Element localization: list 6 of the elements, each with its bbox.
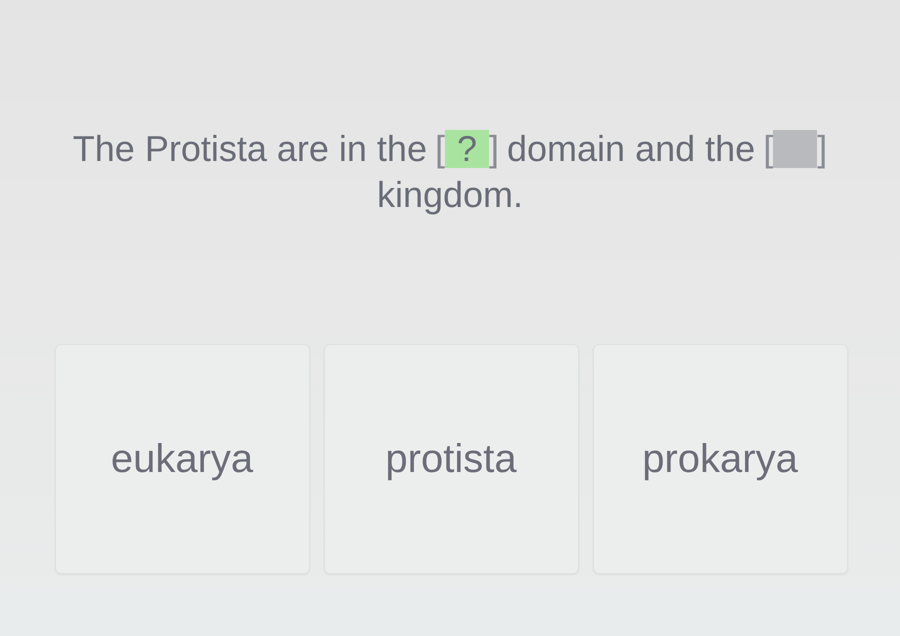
- question-text: domain and the: [507, 128, 756, 169]
- question-text: The Protista are in the: [72, 128, 427, 169]
- answer-choice[interactable]: prokarya: [592, 344, 848, 574]
- question-text: kingdom.: [376, 174, 524, 215]
- answer-choice[interactable]: eukarya: [54, 344, 310, 574]
- answer-choice[interactable]: protista: [324, 344, 578, 574]
